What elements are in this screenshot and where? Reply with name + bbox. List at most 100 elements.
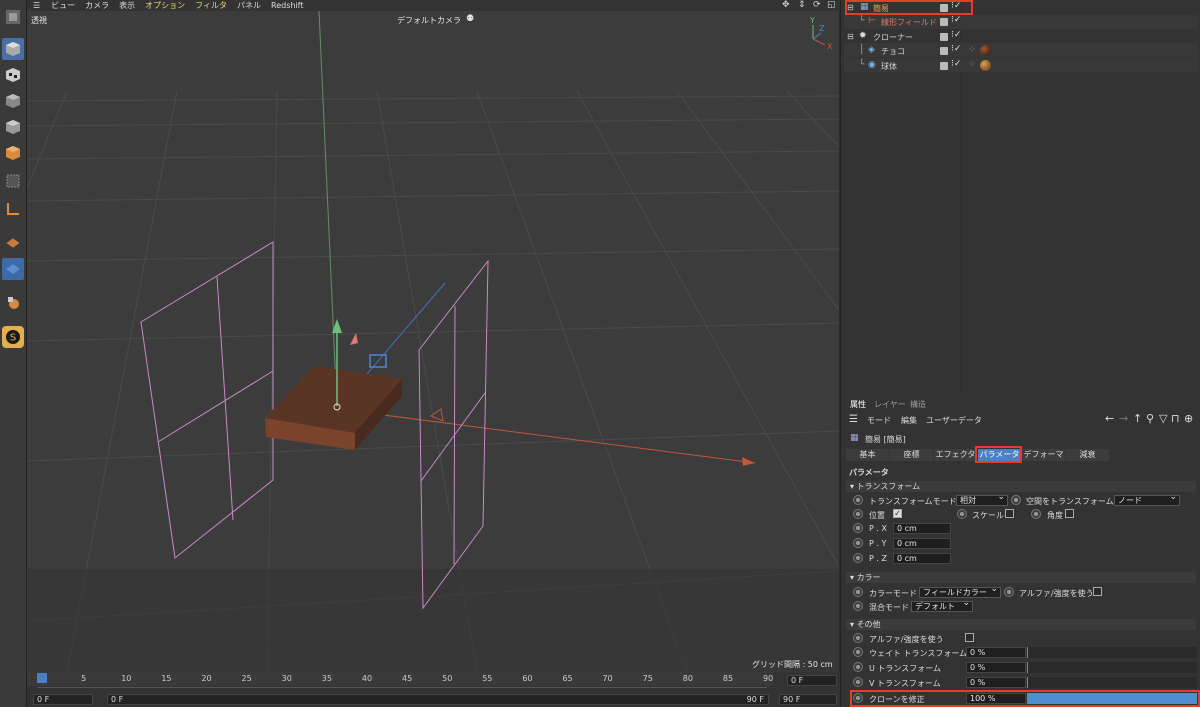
object-row-sphere[interactable]: └ ◉ 球体 ⁝✓ ⁘ (841, 59, 1200, 73)
attr-menu-edit[interactable]: 編集 (901, 415, 917, 426)
v-transform-slider[interactable] (1027, 677, 1197, 688)
tab-layers[interactable]: レイヤー (874, 399, 906, 410)
object-row-simple[interactable]: ⊟ ▦ 簡易 ⁝✓ (841, 1, 1200, 15)
anim-dot[interactable] (853, 601, 863, 611)
tab-basic[interactable]: 基本 (846, 449, 889, 461)
anim-dot[interactable] (853, 495, 863, 505)
timeline[interactable]: 051015202530354045505560657075808590 0 F… (27, 672, 840, 707)
visibility-check[interactable]: ⁝✓ (951, 1, 961, 11)
anim-dot[interactable] (1011, 495, 1021, 505)
modify-clone-input[interactable]: 100 % (966, 693, 1026, 704)
checker-cube-icon[interactable] (2, 64, 24, 86)
other-section-header[interactable]: ▾ その他 (846, 619, 1196, 630)
visibility-check[interactable]: ⁝✓ (951, 44, 961, 54)
menu-camera[interactable]: カメラ (80, 0, 114, 11)
start-frame-field[interactable]: 0 F (33, 694, 93, 705)
maximize-view-icon[interactable]: ◱ (827, 0, 836, 10)
attr-menu-mode[interactable]: モード (867, 415, 891, 426)
transform-mode-select[interactable]: 相対 (956, 493, 1008, 506)
filter-icon[interactable]: ▽ (1159, 412, 1167, 425)
lock-icon[interactable]: ⊓ (1171, 412, 1180, 425)
floor-plane-icon[interactable] (2, 232, 24, 254)
anim-dot[interactable] (853, 677, 863, 687)
attr-menu-icon[interactable]: ☰ (849, 414, 858, 425)
playhead[interactable] (37, 673, 47, 683)
search-icon[interactable]: ⚲ (1146, 412, 1154, 425)
layer-square[interactable] (940, 4, 948, 12)
anim-dot[interactable] (853, 553, 863, 563)
up-arrow-icon[interactable]: ↑ (1133, 412, 1142, 425)
back-arrow-icon[interactable]: ← (1105, 412, 1114, 425)
grid-plane-icon[interactable] (2, 258, 24, 280)
anim-dot[interactable] (957, 509, 967, 519)
current-frame-field[interactable]: 0 F (787, 675, 837, 686)
tab-coordinates[interactable]: 座標 (890, 449, 933, 461)
anim-dot[interactable] (853, 633, 863, 643)
magnet-tool-icon[interactable] (2, 292, 24, 314)
end-frame-field[interactable]: 90 F (779, 694, 837, 705)
v-transform-input[interactable]: 0 % (966, 677, 1026, 688)
tab-falloff[interactable]: 減衰 (1066, 449, 1109, 461)
scale-checkbox[interactable] (1005, 509, 1014, 518)
u-transform-slider[interactable] (1027, 662, 1197, 673)
anim-dot[interactable] (853, 538, 863, 548)
chocolate-material-icon[interactable] (980, 45, 991, 56)
timeline-ruler[interactable] (27, 672, 773, 686)
tab-structure[interactable]: 構造 (910, 399, 926, 410)
position-checkbox[interactable]: ✓ (893, 509, 902, 518)
color-mode-select[interactable]: フィールドカラー (919, 585, 1001, 598)
py-input[interactable]: 0 cm (893, 538, 951, 549)
visibility-check[interactable]: ⁝✓ (951, 59, 961, 69)
object-row-linear-field[interactable]: └ ⊢ 線形フィールド ⁝✓ (841, 15, 1200, 29)
color-alpha-checkbox[interactable] (1093, 587, 1102, 596)
texture-grid-icon[interactable] (2, 170, 24, 192)
wire-cube-icon[interactable] (2, 90, 24, 112)
object-name[interactable]: クローナー (873, 32, 913, 43)
anim-dot[interactable] (853, 693, 863, 703)
object-name[interactable]: 線形フィールド (881, 17, 937, 28)
blend-mode-select[interactable]: デフォルト (911, 599, 973, 612)
move-view-icon[interactable]: ✥ (782, 0, 790, 10)
expand-icon[interactable]: ⊟ (847, 3, 854, 12)
transform-space-select[interactable]: ノード (1114, 493, 1180, 506)
attr-menu-userdata[interactable]: ユーザーデータ (926, 415, 982, 426)
menu-filter[interactable]: フィルタ (190, 0, 232, 11)
layer-square[interactable] (940, 62, 948, 70)
angle-checkbox[interactable] (1065, 509, 1074, 518)
transform-section-header[interactable]: ▾ トランスフォーム (846, 481, 1196, 492)
anim-dot[interactable] (853, 662, 863, 672)
orange-cube-icon[interactable] (2, 142, 24, 164)
expand-icon[interactable]: ⊟ (847, 32, 854, 41)
anim-dot[interactable] (853, 509, 863, 519)
menu-view[interactable]: ビュー (46, 0, 80, 11)
menu-display[interactable]: 表示 (114, 0, 140, 11)
preview-range-bar[interactable]: 0 F 90 F (107, 694, 769, 705)
new-manager-icon[interactable]: ⊕ (1184, 412, 1193, 425)
px-input[interactable]: 0 cm (893, 523, 951, 534)
anim-dot[interactable] (1004, 587, 1014, 597)
hamburger-menu-icon[interactable]: ☰ (27, 1, 46, 10)
forward-arrow-icon[interactable]: → (1119, 412, 1128, 425)
tab-deformer[interactable]: デフォーマ (1022, 449, 1065, 461)
weight-transform-slider[interactable] (1027, 647, 1197, 658)
object-name[interactable]: 球体 (881, 61, 897, 72)
solid-cube-icon[interactable] (2, 116, 24, 138)
layer-square[interactable] (940, 47, 948, 55)
dolly-view-icon[interactable]: ⇕ (798, 0, 806, 10)
camera-label[interactable]: デフォルトカメラ (397, 15, 461, 26)
anim-dot[interactable] (853, 523, 863, 533)
anim-dot[interactable] (853, 647, 863, 657)
color-section-header[interactable]: ▾ カラー (846, 572, 1196, 583)
3d-viewport[interactable]: Y X Z 透視 デフォルトカメラ ⚉ グリッド間隔 : 50 cm (27, 11, 839, 672)
tab-parameters[interactable]: パラメータ (978, 449, 1021, 461)
pz-input[interactable]: 0 cm (893, 553, 951, 564)
modify-clone-slider[interactable] (1027, 693, 1197, 704)
tab-attributes[interactable]: 属性 (850, 399, 866, 410)
snap-s-icon[interactable]: S (2, 326, 24, 348)
visibility-check[interactable]: ⁝✓ (951, 30, 961, 40)
tab-effector[interactable]: エフェクタ (934, 449, 977, 461)
phong-tag-icon[interactable]: ⁘ (968, 60, 976, 70)
phong-tag-icon[interactable]: ⁘ (968, 45, 976, 55)
visibility-check[interactable]: ⁝✓ (951, 15, 961, 25)
menu-panel[interactable]: パネル (232, 0, 266, 11)
